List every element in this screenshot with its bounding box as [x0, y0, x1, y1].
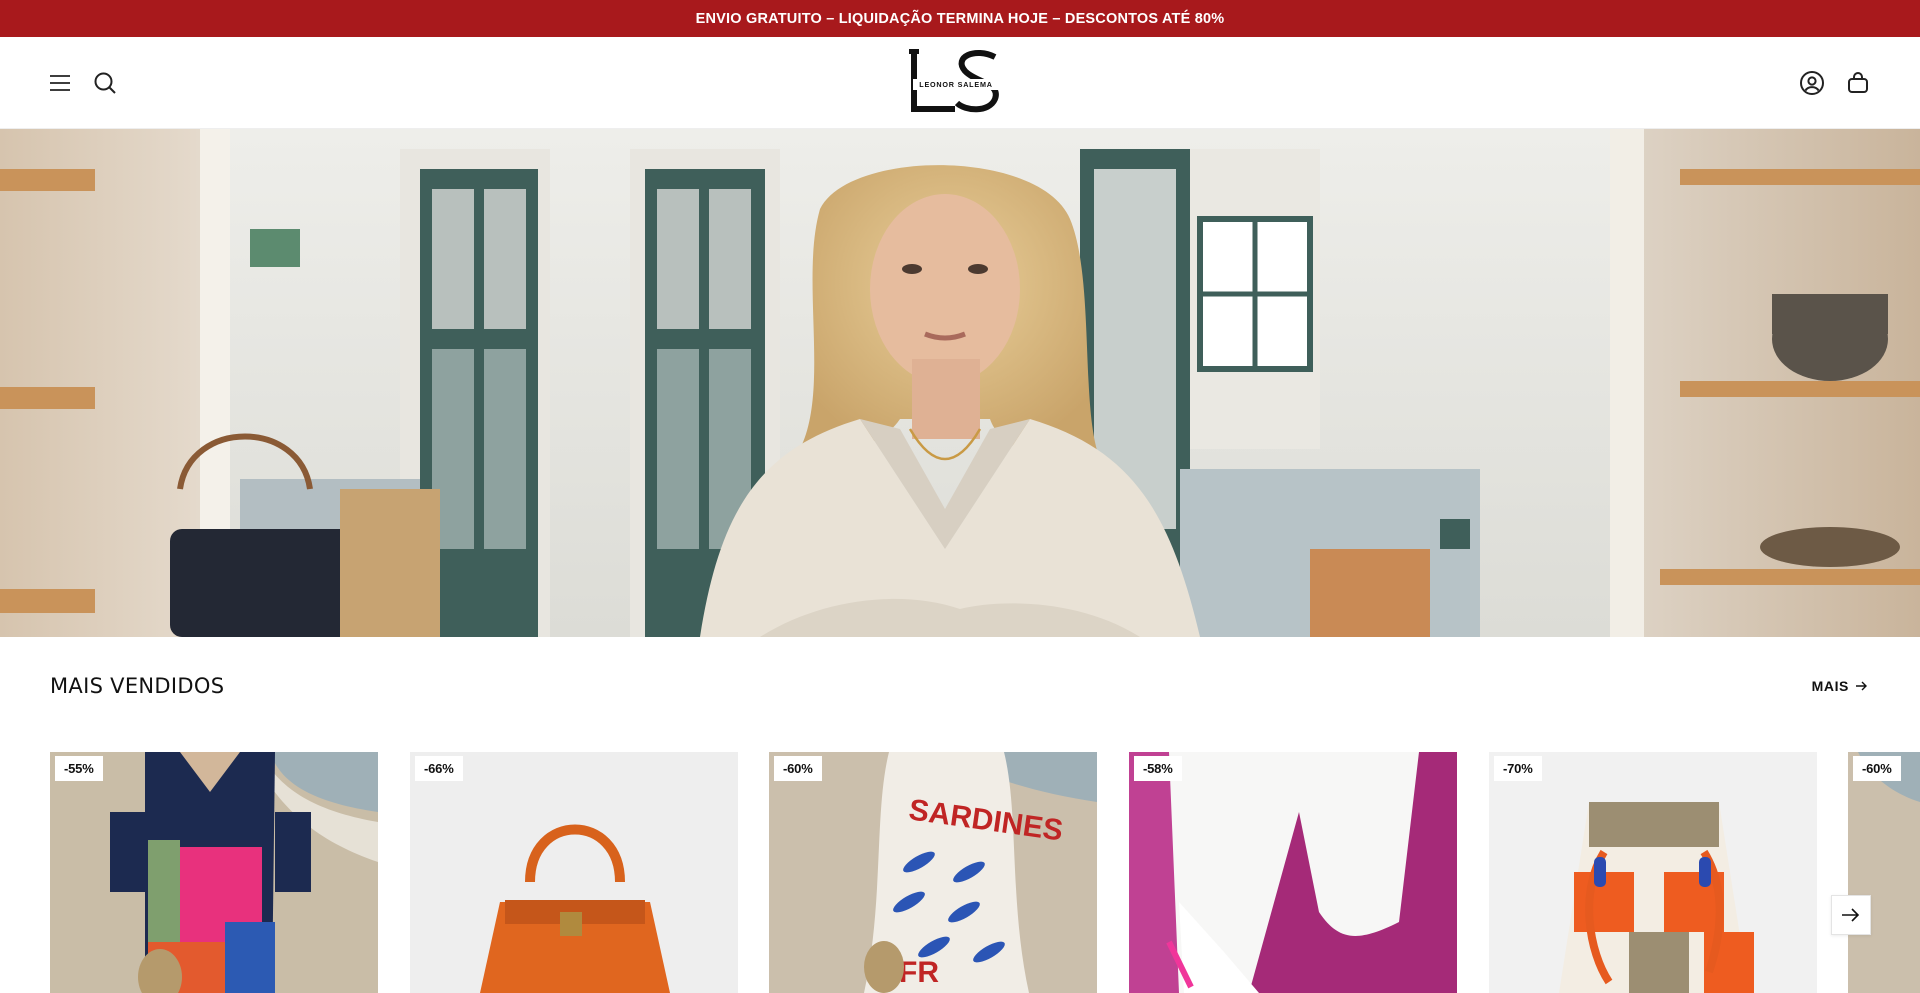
product-image — [1848, 752, 1920, 993]
section-title: MAIS VENDIDOS — [50, 674, 225, 698]
discount-badge: -60% — [774, 756, 822, 781]
account-icon[interactable] — [1796, 67, 1828, 99]
cart-icon[interactable] — [1842, 67, 1874, 99]
brand-logo[interactable]: LEONOR SALEMA — [905, 48, 1007, 115]
arrow-right-icon — [1856, 681, 1867, 691]
product-card[interactable]: SARDINES FR -60% — [769, 752, 1097, 993]
search-icon[interactable] — [89, 67, 121, 99]
announcement-bar: ENVIO GRATUITO – LIQUIDAÇÃO TERMINA HOJE… — [0, 0, 1920, 37]
site-header: LEONOR SALEMA — [0, 37, 1920, 129]
product-card[interactable]: -66% — [410, 752, 738, 993]
arrow-right-icon — [1842, 908, 1860, 922]
svg-text:FR: FR — [899, 956, 939, 989]
menu-icon[interactable] — [44, 67, 76, 99]
product-card[interactable]: -70% — [1489, 752, 1817, 993]
more-link[interactable]: MAIS — [1812, 678, 1868, 694]
more-link-label: MAIS — [1811, 678, 1849, 694]
hero-banner-image[interactable] — [0, 129, 1920, 637]
discount-badge: -55% — [55, 756, 103, 781]
product-card[interactable]: -58% — [1129, 752, 1457, 993]
product-card[interactable]: -55% — [50, 752, 378, 993]
announcement-text: ENVIO GRATUITO – LIQUIDAÇÃO TERMINA HOJE… — [695, 10, 1225, 27]
carousel-next-button[interactable] — [1831, 895, 1871, 935]
discount-badge: -58% — [1134, 756, 1182, 781]
product-image — [50, 752, 378, 993]
product-image — [410, 752, 738, 993]
product-image — [1129, 752, 1457, 993]
discount-badge: -66% — [415, 756, 463, 781]
discount-badge: -70% — [1494, 756, 1542, 781]
product-image: SARDINES FR — [769, 752, 1097, 993]
product-image — [1489, 752, 1817, 993]
brand-name: LEONOR SALEMA — [919, 80, 993, 89]
product-card[interactable]: -60% — [1848, 752, 1920, 993]
discount-badge: -60% — [1853, 756, 1901, 781]
